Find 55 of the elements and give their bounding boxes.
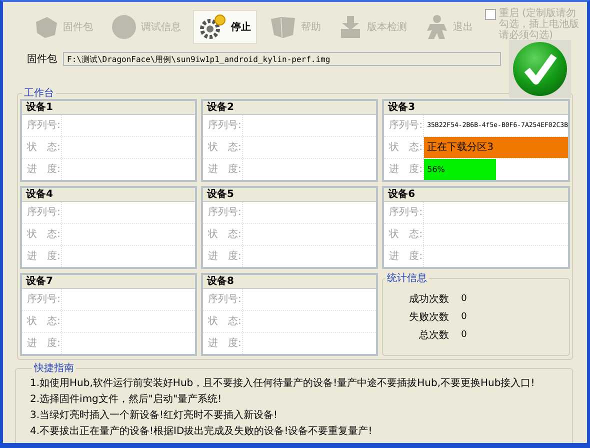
progress-reading: 56% — [426, 164, 445, 176]
person-icon — [425, 14, 449, 40]
device-title: 设备8 — [207, 276, 234, 287]
device-title: 设备5 — [207, 189, 234, 200]
stat-label: 总次数 — [418, 328, 450, 342]
field-label: 序列号: — [384, 115, 424, 136]
guide-line: 3.当绿灯亮时插入一个新设备!红灯亮时不要插入新设备! — [30, 408, 279, 423]
device-title: 设备6 — [388, 189, 416, 200]
field-label: 序列号: — [22, 115, 62, 136]
guide-line: 4.不要拔出正在量产的设备!根据ID拔出完成及失败的设备!设备不要重复量产! — [30, 424, 374, 439]
stat-value: 0 — [461, 294, 467, 304]
stat-value: 0 — [461, 312, 467, 322]
device-title: 设备1 — [26, 102, 53, 113]
field-label: 状 态: — [203, 224, 244, 245]
device-title: 设备7 — [26, 276, 53, 287]
field-label: 序列号: — [203, 289, 244, 310]
status-text: 正在下载分区3 — [424, 137, 568, 158]
guide-line: 2.选择固件img文件，然后"启动"量产系统! — [30, 392, 223, 407]
group-title: 快捷指南 — [32, 363, 75, 374]
firmware-path-field[interactable]: F:\测试\DragonFace\用例\sun9iw1p1_android_kylin-perf.img — [63, 52, 501, 66]
field-label: 序列号: — [203, 115, 244, 136]
field-label: 进 度: — [384, 246, 424, 267]
settings-icon — [199, 14, 227, 40]
device-title: 设备3 — [388, 102, 416, 113]
field-label: 序列号: — [384, 202, 424, 223]
field-label: 状 态: — [22, 224, 62, 245]
field-label: 进 度: — [22, 246, 62, 267]
book-icon — [269, 15, 297, 39]
checkmark-icon — [512, 41, 568, 97]
field-label: 序列号: — [22, 202, 62, 223]
download-icon — [339, 15, 363, 39]
reboot-checkbox[interactable]: 重启 (定制版请勿勾选，插上电池版请必须勾选) — [485, 8, 581, 41]
field-label: 进 度: — [203, 333, 244, 354]
field-label: 进 度: — [22, 159, 62, 180]
field-label: 序列号: — [22, 289, 62, 310]
field-label: 状 态: — [203, 137, 244, 158]
device-title: 设备2 — [207, 102, 234, 113]
toolbar-button[interactable]: 停止 — [193, 10, 257, 44]
group-title: 统计信息 — [386, 273, 428, 284]
field-label: 状 态: — [22, 137, 62, 158]
field-label: 进 度: — [22, 333, 62, 354]
stat-value: 0 — [461, 330, 467, 340]
device-title: 设备4 — [26, 189, 53, 200]
stat-label: 失败次数 — [408, 310, 450, 324]
field-label: 状 态: — [203, 311, 244, 332]
field-label: 进 度: — [203, 246, 244, 267]
field-label: 进 度: — [203, 159, 244, 180]
firmware-label: 固件包 — [27, 53, 57, 66]
group-title: 工作台 — [23, 88, 55, 99]
field-label: 状 态: — [384, 224, 424, 245]
field-label: 序列号: — [203, 202, 244, 223]
field-label: 状 态: — [22, 311, 62, 332]
circle-icon — [111, 14, 137, 40]
stat-label: 成功次数 — [408, 292, 450, 306]
guide-line: 1.如使用Hub,软件运行前安装好Hub，且不要接入任何待量产的设备!量产中途不要插拔Hub,不要更换Hub接入口! — [30, 376, 536, 391]
